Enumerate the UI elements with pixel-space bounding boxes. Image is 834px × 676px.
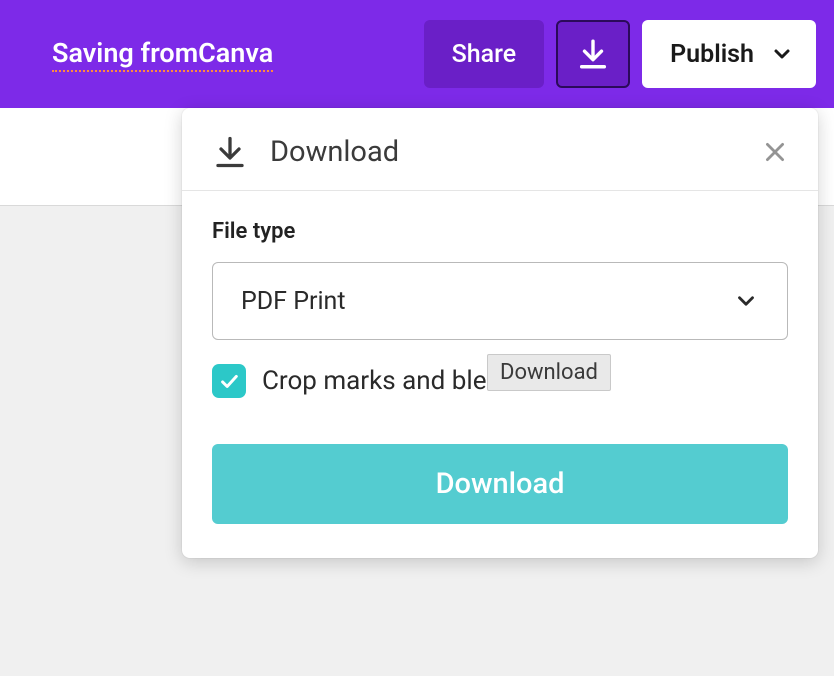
download-icon	[212, 134, 248, 170]
download-toolbar-button[interactable]	[556, 20, 630, 88]
file-type-value: PDF Print	[241, 287, 346, 316]
crop-marks-label: Crop marks and bleed	[262, 366, 515, 396]
download-popover: Download File type PDF Print Crop marks …	[182, 108, 818, 558]
share-button[interactable]: Share	[424, 20, 545, 88]
file-type-select[interactable]: PDF Print	[212, 262, 788, 340]
popover-title: Download	[270, 135, 399, 169]
top-toolbar: Saving fromCanva Share Publish	[0, 0, 834, 108]
publish-label: Publish	[670, 40, 754, 69]
download-button[interactable]: Download	[212, 444, 788, 524]
check-icon	[218, 370, 240, 392]
close-icon[interactable]	[762, 139, 788, 165]
download-icon	[576, 37, 610, 71]
document-title[interactable]: Saving fromCanva	[52, 37, 273, 72]
chevron-down-icon	[733, 288, 759, 314]
popover-header: Download	[182, 108, 818, 191]
publish-button[interactable]: Publish	[642, 20, 816, 88]
download-tooltip: Download	[487, 354, 611, 391]
crop-marks-checkbox[interactable]	[212, 364, 246, 398]
file-type-label: File type	[212, 219, 788, 244]
chevron-down-icon	[770, 42, 794, 66]
